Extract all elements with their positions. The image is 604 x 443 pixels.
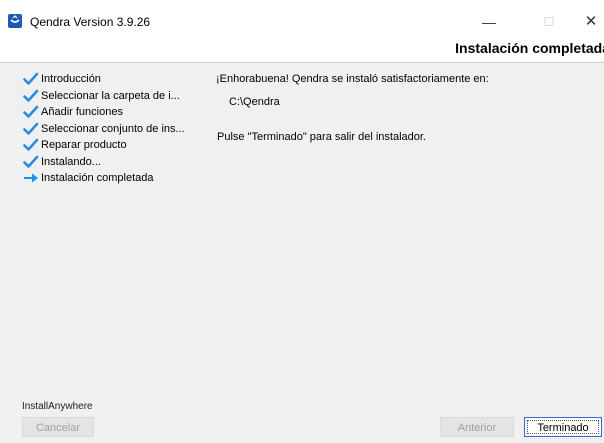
minimize-button[interactable]: — [466,12,512,34]
previous-button[interactable]: Anterior [440,417,514,437]
qendra-app-icon [8,14,22,28]
step-label: Instalación completada [41,172,154,185]
step-repair-product: Reparar producto [23,137,185,154]
check-icon [23,122,41,136]
focus-ring [527,420,599,434]
finish-button[interactable]: Terminado [524,417,602,437]
step-install-complete: Instalación completada [23,170,185,187]
step-label: Reparar producto [41,139,127,152]
check-icon [23,138,41,152]
page-header: Instalación completada [0,34,604,62]
maximize-button[interactable]: ☐ [526,12,572,34]
steps-list: Introducción Seleccionar la carpeta de i… [23,71,185,187]
button-bar: Cancelar Anterior Terminado [0,411,604,443]
check-icon [23,105,41,119]
step-label: Seleccionar conjunto de ins... [41,122,185,135]
step-introduction: Introducción [23,71,185,88]
check-icon [23,89,41,103]
page-title: Instalación completada [455,40,604,56]
step-add-features: Añadir funciones [23,104,185,121]
step-label: Instalando... [41,155,101,168]
window-top-edge [0,0,604,12]
step-label: Añadir funciones [41,106,123,119]
step-installing: Instalando... [23,154,185,171]
success-message: ¡Enhorabuena! Qendra se instaló satisfac… [216,73,489,85]
step-select-folder: Seleccionar la carpeta de i... [23,88,185,105]
check-icon [23,72,41,86]
arrow-right-icon [23,171,41,185]
check-icon [23,155,41,169]
step-label: Seleccionar la carpeta de i... [41,89,180,102]
cancel-button[interactable]: Cancelar [22,417,94,437]
step-label: Introducción [41,73,101,86]
title-bar[interactable]: Qendra Version 3.9.26 — ☐ ✕ [0,12,604,34]
close-button[interactable]: ✕ [578,12,604,34]
window-title: Qendra Version 3.9.26 [30,15,151,29]
install-path: C:\Qendra [229,96,280,108]
step-select-install-set: Seleccionar conjunto de ins... [23,121,185,138]
exit-instruction: Pulse "Terminado" para salir del instala… [217,131,426,143]
content-panel: Introducción Seleccionar la carpeta de i… [0,63,604,412]
